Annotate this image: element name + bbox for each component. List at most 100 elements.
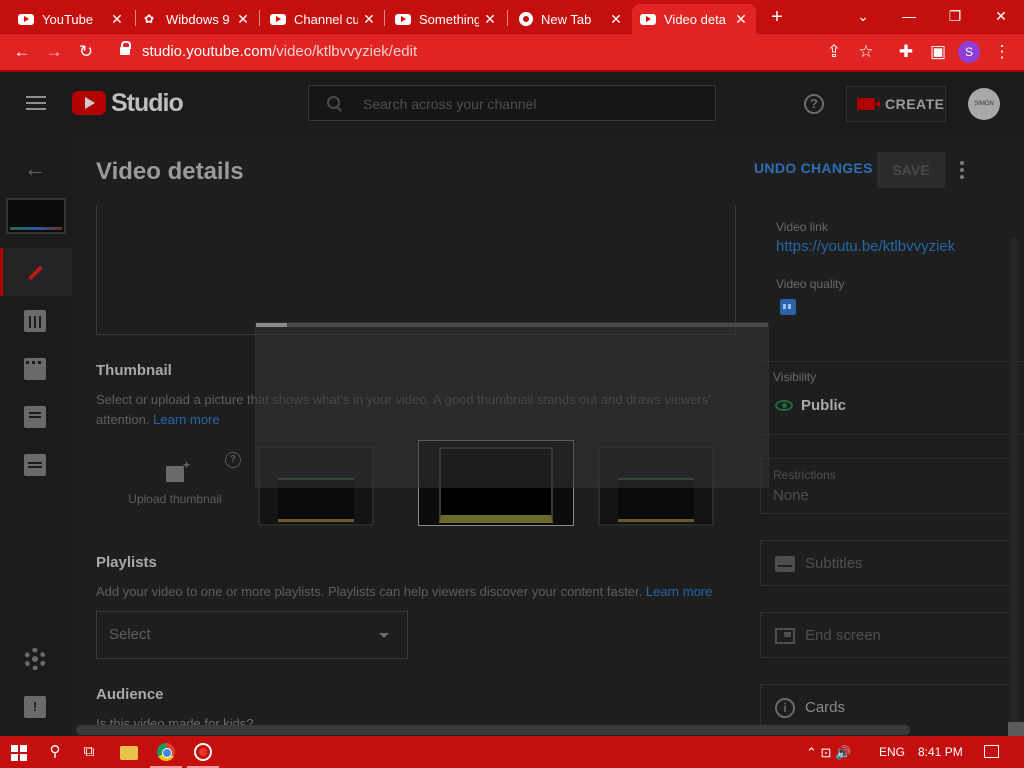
analytics-icon[interactable] [24,310,46,332]
restrictions-value: None [773,487,809,504]
close-tab-icon[interactable]: ✕ [236,11,250,28]
menu-icon[interactable] [26,96,46,110]
close-tab-icon[interactable]: ✕ [110,11,124,28]
studio-logo-text[interactable]: Studio [111,89,184,118]
comments-icon[interactable] [24,406,46,428]
close-tab-icon[interactable]: ✕ [483,11,497,28]
playlists-learn-more-link[interactable]: Learn more [646,584,712,599]
youtube-favicon-icon [270,13,286,25]
browser-tab-new-tab[interactable]: New Tab ✕ [511,4,631,34]
youtube-favicon-icon [640,13,656,25]
close-tab-icon[interactable]: ✕ [734,11,748,28]
video-thumbnail-mini[interactable] [6,198,66,234]
youtube-logo-icon[interactable] [72,91,106,115]
dropdown-arrow-icon [379,633,389,638]
share-icon[interactable]: ⇪ [822,40,846,64]
profile-avatar[interactable]: S [958,41,980,63]
description-textarea[interactable] [96,206,736,335]
windows-taskbar: ⚲ ⧉ ⌃ ⊡ 🔊 ENG 8:41 PM [0,736,1024,768]
subtitles-label: Subtitles [805,555,863,572]
bookmark-star-icon[interactable]: ☆ [854,40,878,64]
forward-icon[interactable]: → [42,40,66,64]
restrictions-card[interactable]: Restrictions None [760,458,1012,514]
language-indicator[interactable]: ENG [879,745,905,759]
loading-progress-bar [256,323,768,327]
help-circle-icon[interactable]: ? [225,452,241,468]
task-view-icon[interactable]: ⧉ [80,743,98,761]
browser-tab-strip: YouTube ✕ ✿ Wibdows 9 ✕ Channel cu ✕ Som… [0,0,1024,34]
minimize-icon[interactable]: — [886,2,932,30]
search-input[interactable] [363,93,703,115]
cards-label: Cards [805,699,846,716]
extensions-icon[interactable]: ✚ [894,40,918,64]
close-window-icon[interactable]: ✕ [978,2,1024,30]
playlist-select-label: Select [109,626,151,643]
browser-tab-video-details[interactable]: Video deta ✕ [632,4,756,34]
playlists-desc-text: Add your video to one or more playlists.… [96,584,643,599]
tab-search-icon[interactable]: ⌄ [840,2,886,30]
feedback-icon[interactable]: ! [24,696,46,718]
reload-icon[interactable]: ↻ [74,40,98,64]
divider [760,361,1024,362]
undo-changes-button[interactable]: UNDO CHANGES [754,160,873,176]
eye-icon [775,400,793,411]
vertical-scrollbar[interactable] [1010,238,1018,728]
tab-title: Channel cu [294,11,358,27]
clock[interactable]: 8:41 PM [918,745,963,759]
close-tab-icon[interactable]: ✕ [362,11,376,28]
playlists-description: Add your video to one or more playlists.… [96,582,756,602]
lock-icon [120,41,131,57]
back-arrow-icon[interactable]: ← [24,158,46,180]
subtitles-icon[interactable] [24,454,46,476]
back-icon[interactable]: ← [10,40,34,64]
system-tray-icons[interactable]: ⌃ ⊡ 🔊 [806,745,851,761]
editor-film-icon[interactable] [24,358,46,380]
youtube-favicon-icon [18,13,34,25]
search-icon[interactable]: ⚲ [46,743,64,761]
visibility-value[interactable]: Public [801,397,846,414]
address-bar[interactable]: studio.youtube.com/video/ktlbvvyziek/edi… [112,38,812,66]
recorder-icon[interactable] [194,743,212,761]
subtitles-card[interactable]: Subtitles [760,540,1012,586]
search-icon [327,96,341,110]
tab-title: Something [419,11,479,27]
close-tab-icon[interactable]: ✕ [609,11,623,28]
pencil-icon[interactable] [24,262,46,284]
tab-title: YouTube [42,11,94,27]
visibility-label: Visibility [773,370,817,384]
browser-tab-youtube[interactable]: YouTube ✕ [10,4,132,34]
more-options-icon[interactable] [960,161,964,179]
tab-title: New Tab [541,11,592,27]
quality-sd-icon [780,299,796,315]
restore-icon[interactable]: ❐ [932,2,978,30]
save-button[interactable]: SAVE [877,152,945,188]
channel-search[interactable] [308,85,716,121]
file-explorer-icon[interactable] [120,746,138,760]
divider [760,434,1024,435]
channel-avatar[interactable]: SIMON [968,88,1000,120]
screen: YouTube ✕ ✿ Wibdows 9 ✕ Channel cu ✕ Som… [0,0,1024,768]
browser-tab-wibdows[interactable]: ✿ Wibdows 9 ✕ [136,4,258,34]
studio-header: Studio ? CREATE SIMON [0,72,1024,136]
video-camera-icon [857,98,880,110]
thumbnail-learn-more-link[interactable]: Learn more [153,412,219,427]
end-screen-card[interactable]: End screen [760,612,1012,658]
chrome-taskbar-icon[interactable] [157,743,175,761]
playlist-select[interactable]: Select [96,611,408,659]
side-panel-icon[interactable]: ▣ [926,40,950,64]
create-button[interactable]: CREATE [846,86,946,122]
help-icon[interactable]: ? [804,94,824,114]
chrome-menu-icon[interactable]: ⋮ [990,40,1014,64]
scrollbar-corner [1008,722,1024,736]
settings-gear-icon[interactable] [24,648,46,670]
notifications-icon[interactable] [984,745,999,758]
new-tab-button[interactable]: + [766,6,788,28]
browser-tab-something[interactable]: Something ✕ [387,4,505,34]
page-title: Video details [96,158,244,185]
horizontal-scrollbar[interactable] [76,725,910,735]
thumbnail-heading: Thumbnail [96,362,172,379]
video-link[interactable]: https://youtu.be/ktlbvvyziek [776,238,955,255]
browser-tab-channel[interactable]: Channel cu ✕ [262,4,384,34]
url-text: studio.youtube.com/video/ktlbvvyziek/edi… [142,38,417,66]
windows-start-icon[interactable] [11,745,27,761]
